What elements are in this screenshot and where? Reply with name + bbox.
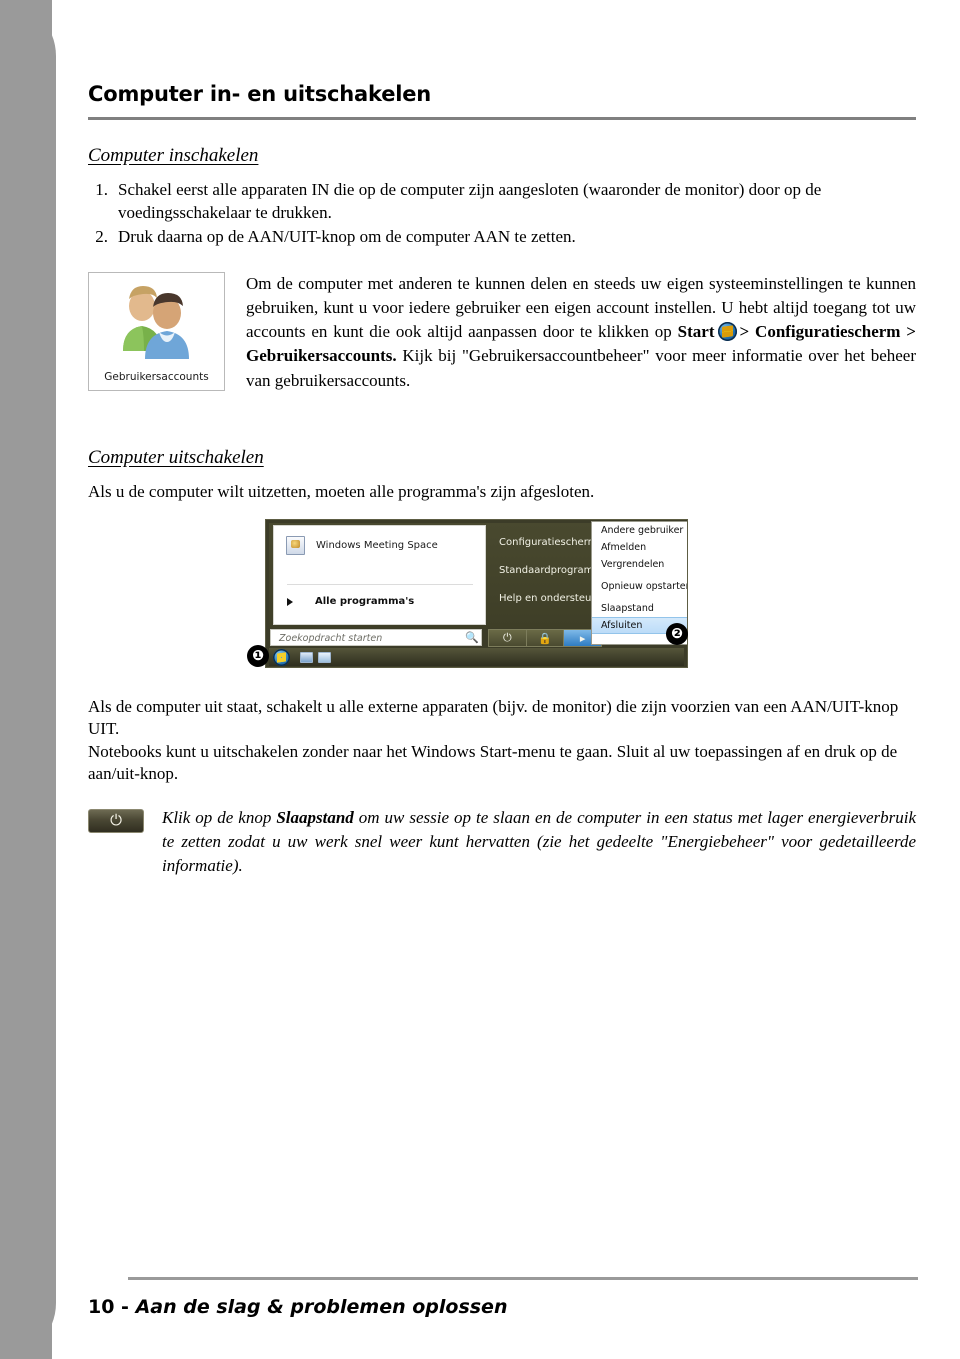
list-item: 2. Druk daarna op de AAN/UIT-knop om de … xyxy=(88,226,916,249)
menu-item-switch-user[interactable]: Andere gebruiker xyxy=(592,522,687,539)
show-desktop-icon[interactable] xyxy=(300,651,313,663)
user-accounts-icon xyxy=(123,286,189,359)
callout-number-2: ❷ xyxy=(666,623,688,645)
meeting-space-icon xyxy=(286,536,305,555)
power-off-intro-text: Als u de computer wilt uitzetten, moeten… xyxy=(88,482,595,501)
search-input[interactable]: Zoekopdracht starten 🔍 xyxy=(270,629,482,646)
start-menu-left-panel: Windows Meeting Space Alle programma's xyxy=(273,525,486,625)
taskbar xyxy=(269,648,684,666)
header-divider xyxy=(88,117,916,120)
sleep-note-text: Klik op de knop Slaapstand om uw sessie … xyxy=(148,806,916,878)
start-menu-item-control-panel[interactable]: Configuratiescherm xyxy=(499,537,597,548)
search-placeholder-label: Zoekopdracht starten xyxy=(279,633,383,644)
user-accounts-caption: Gebruikersaccounts xyxy=(104,371,209,383)
footer: 10 - Aan de slag & problemen oplossen xyxy=(88,1296,507,1318)
list-item-number: 1. xyxy=(95,180,108,199)
start-menu-app-label: Windows Meeting Space xyxy=(316,540,438,551)
sleep-note-block: ⏻ Klik op de knop Slaapstand om uw sessi… xyxy=(88,806,916,878)
start-orb-icon[interactable] xyxy=(273,648,290,666)
left-band-fill xyxy=(0,0,52,1359)
user-accounts-block: Gebruikersaccounts Om de computer met an… xyxy=(88,272,916,393)
sleep-note-bold-word: Slaapstand xyxy=(276,808,354,827)
menu-item-lock[interactable]: Vergrendelen xyxy=(592,556,687,573)
power-off-note-2: Notebooks kunt u uitschakelen zonder naa… xyxy=(88,741,898,784)
power-button-icon: ⏻ xyxy=(88,809,144,833)
menu-item-restart[interactable]: Opnieuw opstarten xyxy=(592,578,687,595)
search-icon: 🔍 xyxy=(465,632,479,644)
footer-page-number: 10 - xyxy=(88,1296,136,1318)
section-heading-power-on: Computer inschakelen xyxy=(88,145,259,166)
user-accounts-figure: Gebruikersaccounts xyxy=(88,272,225,391)
sleep-note-lead: Klik op de knop xyxy=(162,808,277,827)
power-off-notes: Als de computer uit staat, schakelt u al… xyxy=(88,696,916,786)
list-item-text: Schakel eerst alle apparaten IN die op d… xyxy=(118,180,822,222)
power-on-steps-list: 1. Schakel eerst alle apparaten IN die o… xyxy=(88,179,916,249)
section-heading-power-off: Computer uitschakelen xyxy=(88,447,264,468)
page-content: Computer in- en uitschakelen Computer in… xyxy=(88,0,918,1359)
footer-section-title: Aan de slag & problemen oplossen xyxy=(135,1296,508,1318)
sleep-button[interactable]: ⏻ xyxy=(489,630,527,646)
list-item-number: 2. xyxy=(95,227,108,247)
list-item: 1. Schakel eerst alle apparaten IN die o… xyxy=(88,179,916,224)
all-programs-label: Alle programma's xyxy=(315,596,415,607)
switch-windows-icon[interactable] xyxy=(318,651,331,663)
left-decorative-band xyxy=(0,0,56,1359)
start-menu-power-buttons: ⏻ 🔒 ▸ xyxy=(488,629,602,647)
start-menu-divider xyxy=(287,584,473,585)
list-item-text: Druk daarna op de AAN/UIT-knop om de com… xyxy=(118,227,576,247)
power-off-note-1: Als de computer uit staat, schakelt u al… xyxy=(88,697,899,739)
menu-item-sleep[interactable]: Slaapstand xyxy=(592,600,687,617)
lock-button[interactable]: 🔒 xyxy=(527,630,565,646)
start-label: Start xyxy=(677,322,715,342)
callout-number-1: ❶ xyxy=(247,645,269,667)
all-programs-item[interactable]: Alle programma's xyxy=(287,596,414,607)
menu-item-log-off[interactable]: Afmelden xyxy=(592,539,687,556)
chevron-right-icon xyxy=(287,597,293,606)
user-accounts-paragraph: Om de computer met anderen te kunnen del… xyxy=(225,272,916,393)
start-menu-frame: Windows Meeting Space Alle programma's C… xyxy=(265,519,688,668)
start-menu-screenshot: ❶ ❷ Windows Meeting Space Alle programma… xyxy=(247,519,688,668)
footer-divider xyxy=(128,1277,918,1280)
windows-start-orb-icon xyxy=(717,322,737,342)
page-title: Computer in- en uitschakelen xyxy=(88,82,432,106)
start-menu-app-item[interactable]: Windows Meeting Space xyxy=(286,536,438,555)
sleep-note-icon-wrap: ⏻ xyxy=(88,806,148,833)
